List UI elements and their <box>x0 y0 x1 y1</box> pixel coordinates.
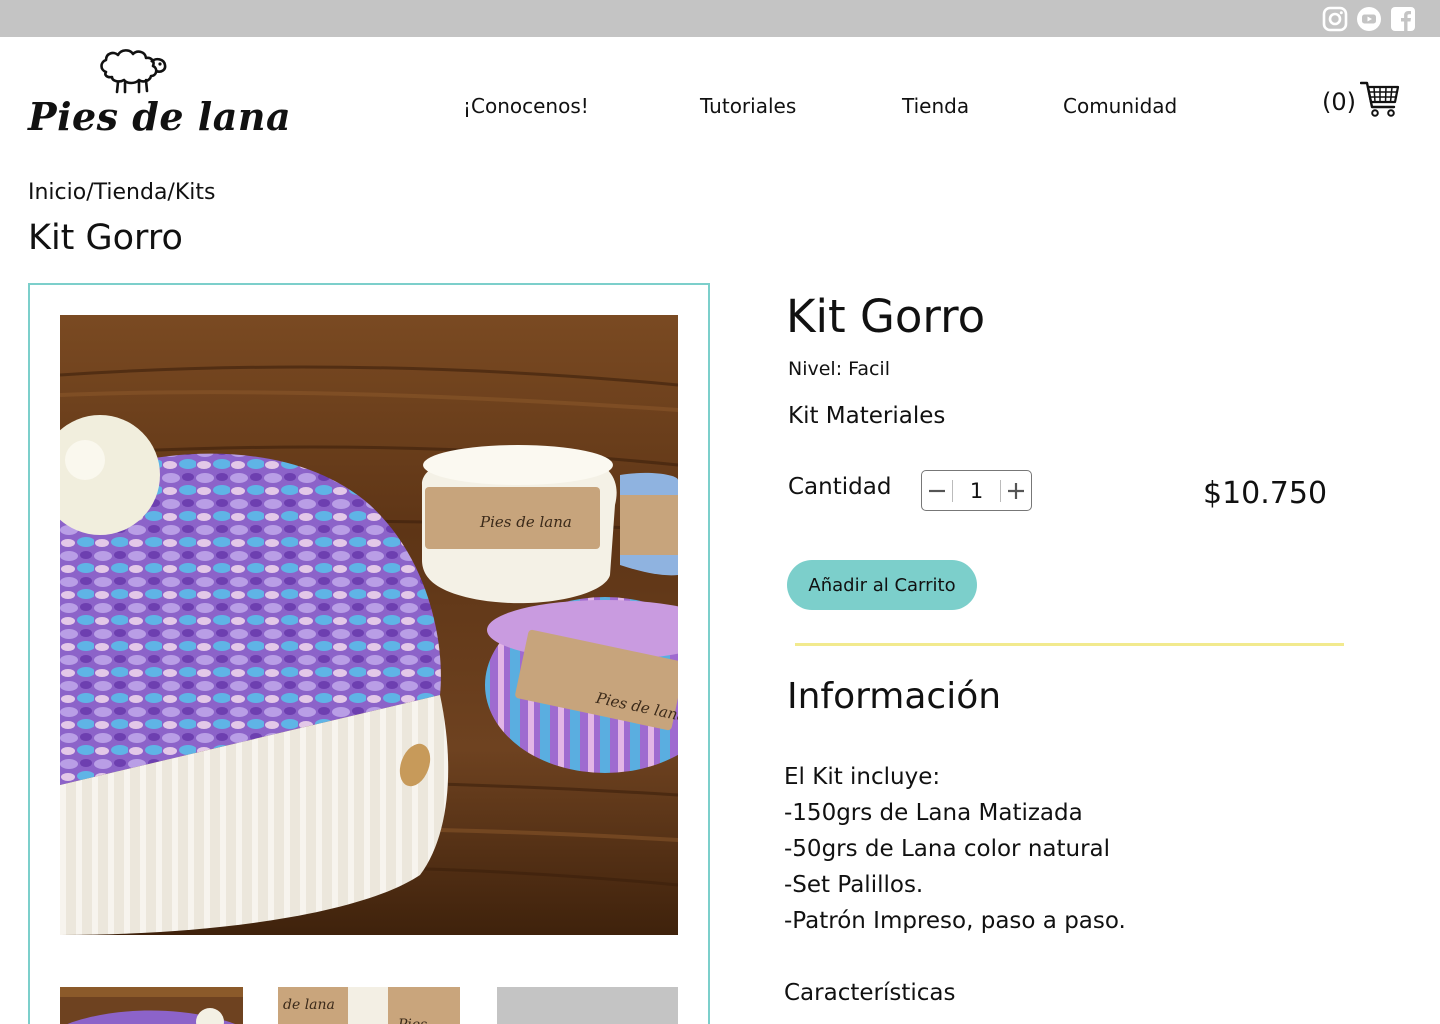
quantity-stepper[interactable]: 1 <box>921 470 1032 511</box>
sheep-icon <box>100 49 167 94</box>
divider <box>795 643 1344 646</box>
shopping-cart-icon <box>1360 81 1400 117</box>
product-title: Kit Gorro <box>786 290 986 343</box>
svg-text:de lana: de lana <box>283 997 335 1013</box>
characteristics-heading: Características <box>784 980 956 1006</box>
page-title: Kit Gorro <box>28 218 183 258</box>
instagram-icon[interactable] <box>1322 6 1348 32</box>
thumbnail-3[interactable] <box>497 987 678 1024</box>
add-to-cart-button[interactable]: Añadir al Carrito <box>787 560 977 610</box>
nav-conocenos[interactable]: ¡Conocenos! <box>463 94 589 118</box>
product-main-image[interactable]: Pies de lana Pies de lana <box>60 315 678 935</box>
kit-label: Kit Materiales <box>788 403 946 429</box>
info-line: -Set Palillos. <box>784 872 924 898</box>
quantity-label: Cantidad <box>788 474 892 500</box>
plus-icon[interactable] <box>1001 471 1031 510</box>
top-bar <box>0 0 1440 37</box>
product-gallery: Pies de lana Pies de lana de lana Pies <box>28 283 710 1024</box>
quantity-value[interactable]: 1 <box>952 479 1001 502</box>
product-level: Nivel: Facil <box>788 358 890 380</box>
youtube-icon[interactable] <box>1356 6 1382 32</box>
cart-count: (0) <box>1322 88 1356 116</box>
info-title: Información <box>787 676 1002 717</box>
nav-tienda[interactable]: Tienda <box>902 94 969 118</box>
svg-text:Pies de lana: Pies de lana <box>479 513 572 531</box>
svg-text:Pies: Pies <box>397 1017 427 1024</box>
info-line: El Kit incluye: <box>784 764 941 790</box>
thumbnail-2[interactable]: de lana Pies <box>278 987 460 1024</box>
nav-comunidad[interactable]: Comunidad <box>1063 94 1177 118</box>
product-price: $10.750 <box>1203 476 1328 511</box>
brand-logo[interactable]: Pies de lana <box>28 48 291 148</box>
nav-tutoriales[interactable]: Tutoriales <box>700 94 796 118</box>
cart-button[interactable]: (0) <box>1322 80 1402 120</box>
minus-icon[interactable] <box>922 471 952 510</box>
breadcrumb[interactable]: Inicio/Tienda/Kits <box>28 180 215 205</box>
info-line: -Patrón Impreso, paso a paso. <box>784 908 1126 934</box>
brand-name: Pies de lana <box>28 94 292 139</box>
info-line: -150grs de Lana Matizada <box>784 800 1083 826</box>
thumbnail-1[interactable] <box>60 987 243 1024</box>
facebook-icon[interactable] <box>1390 6 1416 32</box>
info-line: -50grs de Lana color natural <box>784 836 1111 862</box>
